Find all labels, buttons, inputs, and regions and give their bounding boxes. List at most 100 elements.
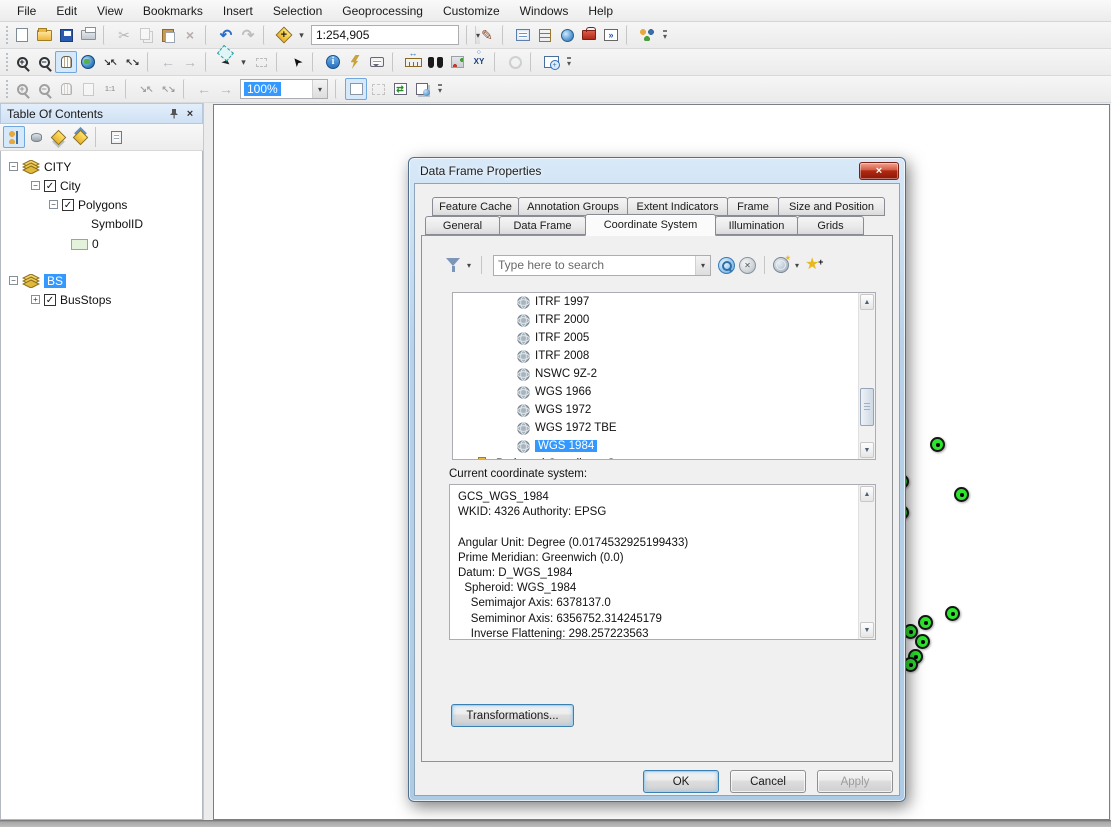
full-extent-icon[interactable]: [77, 51, 99, 73]
tab-coordinate-system[interactable]: Coordinate System: [585, 214, 716, 236]
toc-data-frame-city[interactable]: − CITY: [1, 157, 202, 176]
fixed-zoom-in-icon[interactable]: ↘↖: [99, 51, 121, 73]
undo-icon[interactable]: ↶: [215, 24, 237, 46]
collapse-icon[interactable]: −: [9, 276, 18, 285]
chevron-down-icon[interactable]: ▾: [793, 261, 801, 270]
menu-customize[interactable]: Customize: [434, 2, 509, 20]
open-icon[interactable]: [33, 24, 55, 46]
search-window-icon[interactable]: [556, 24, 578, 46]
symbol-swatch[interactable]: [71, 238, 88, 250]
globe-icon[interactable]: [773, 254, 791, 273]
cs-item-itrf-1997[interactable]: ITRF 1997: [453, 293, 875, 311]
cs-search-combo[interactable]: ▾: [493, 254, 712, 276]
panel-splitter[interactable]: [204, 103, 213, 820]
menu-windows[interactable]: Windows: [511, 2, 578, 20]
toolbar-grip[interactable]: [4, 53, 9, 71]
html-popup-icon[interactable]: [366, 51, 388, 73]
close-icon[interactable]: ×: [182, 106, 198, 122]
scroll-down-icon[interactable]: ▼: [860, 442, 874, 458]
toggle-draft-mode-icon[interactable]: [345, 78, 367, 100]
forward-extent-icon[interactable]: →: [179, 51, 201, 73]
toc-options-icon[interactable]: [105, 126, 127, 148]
map-scale-combo[interactable]: ▾: [311, 25, 481, 45]
modelbuilder-icon[interactable]: [636, 24, 658, 46]
scroll-up-icon[interactable]: ▲: [860, 486, 874, 502]
fixed-zoom-out-icon[interactable]: ↖↘: [121, 51, 143, 73]
zoom-in-page-icon[interactable]: +: [11, 78, 33, 100]
menu-help[interactable]: Help: [579, 2, 622, 20]
paste-icon[interactable]: [157, 24, 179, 46]
menu-selection[interactable]: Selection: [264, 2, 331, 20]
menu-file[interactable]: File: [8, 2, 45, 20]
measure-icon[interactable]: [402, 49, 424, 73]
copy-icon[interactable]: [135, 24, 157, 46]
list-scrollbar[interactable]: ▲ ▼: [858, 293, 875, 459]
collapse-icon[interactable]: −: [31, 181, 40, 190]
data-driven-pages-icon[interactable]: [411, 78, 433, 100]
pan-page-icon[interactable]: [55, 78, 77, 100]
expand-icon[interactable]: +: [31, 295, 40, 304]
collapse-icon[interactable]: −: [49, 200, 58, 209]
checkbox-checked[interactable]: ✓: [62, 198, 74, 211]
cs-item-wgs-1984[interactable]: WGS 1984: [453, 437, 875, 455]
cancel-button[interactable]: Cancel: [730, 770, 806, 793]
select-features-dropdown[interactable]: ▾: [237, 51, 250, 73]
toolbar-overflow-icon[interactable]: ▾: [433, 78, 447, 100]
back-extent-icon[interactable]: ←: [157, 51, 179, 73]
transformations-button[interactable]: Transformations...: [451, 704, 574, 727]
zoom-in-icon[interactable]: +: [11, 51, 33, 73]
tab-data-frame[interactable]: Data Frame: [499, 216, 586, 235]
fixed-zoom-out-page-icon[interactable]: ↖↘: [157, 78, 179, 100]
scroll-up-icon[interactable]: ▲: [860, 294, 874, 310]
scrollbar-thumb[interactable]: [860, 388, 874, 426]
toolbar-overflow-icon[interactable]: ▾: [562, 51, 576, 73]
search-icon[interactable]: [718, 256, 736, 274]
bus-stop-point[interactable]: [945, 606, 960, 621]
add-to-favorites-icon[interactable]: ★: [805, 255, 824, 273]
zoom-100-icon[interactable]: 1:1: [99, 78, 121, 100]
python-window-icon[interactable]: »: [600, 24, 622, 46]
ok-button[interactable]: OK: [643, 770, 719, 793]
pan-icon[interactable]: [55, 51, 77, 73]
toolbar-overflow-icon[interactable]: ▾: [658, 24, 672, 46]
catalog-icon[interactable]: [534, 24, 556, 46]
hyperlink-icon[interactable]: [344, 51, 366, 73]
zoom-whole-page-icon[interactable]: [77, 78, 99, 100]
checkbox-checked[interactable]: ✓: [44, 293, 56, 306]
go-to-xy-icon[interactable]: XY: [468, 49, 490, 73]
tab-feature-cache[interactable]: Feature Cache: [432, 197, 519, 216]
cs-item-projected-coordinate-systems[interactable]: + Projected Coordinate Systems: [453, 455, 875, 459]
list-by-selection-icon[interactable]: [69, 126, 91, 148]
table-of-contents-icon[interactable]: [512, 24, 534, 46]
back-page-icon[interactable]: ←: [193, 78, 215, 100]
arctoolbox-icon[interactable]: [578, 24, 600, 46]
chevron-down-icon[interactable]: ▾: [465, 261, 473, 270]
current-cs-scrollbar[interactable]: ▲ ▼: [858, 485, 875, 639]
tab-general[interactable]: General: [425, 216, 500, 235]
new-document-icon[interactable]: [11, 24, 33, 46]
toolbar-grip[interactable]: [4, 80, 9, 98]
clear-search-icon[interactable]: ✕: [739, 256, 757, 274]
find-route-icon[interactable]: [446, 51, 468, 73]
menu-edit[interactable]: Edit: [47, 2, 86, 20]
menu-bookmarks[interactable]: Bookmarks: [134, 2, 212, 20]
save-icon[interactable]: [55, 24, 77, 46]
page-zoom-combo[interactable]: 100% ▾: [240, 79, 328, 99]
apply-button[interactable]: Apply: [817, 770, 893, 793]
chevron-down-icon[interactable]: ▾: [312, 80, 327, 98]
collapse-icon[interactable]: −: [9, 162, 18, 171]
cs-item-wgs-1966[interactable]: WGS 1966: [453, 383, 875, 401]
menu-view[interactable]: View: [88, 2, 132, 20]
filter-icon[interactable]: [446, 258, 461, 272]
menu-geoprocessing[interactable]: Geoprocessing: [333, 2, 432, 20]
forward-page-icon[interactable]: →: [215, 78, 237, 100]
bus-stop-point[interactable]: [918, 615, 933, 630]
pin-icon[interactable]: [166, 106, 182, 122]
tab-size-and-position[interactable]: Size and Position: [778, 197, 885, 216]
toc-layer-city[interactable]: − ✓ City: [1, 176, 202, 195]
cut-icon[interactable]: ✂: [113, 24, 135, 46]
time-slider-icon[interactable]: [504, 51, 526, 73]
select-elements-icon[interactable]: ➤: [286, 51, 308, 73]
toc-group-polygons[interactable]: − ✓ Polygons: [1, 195, 202, 214]
cs-item-itrf-2008[interactable]: ITRF 2008: [453, 347, 875, 365]
